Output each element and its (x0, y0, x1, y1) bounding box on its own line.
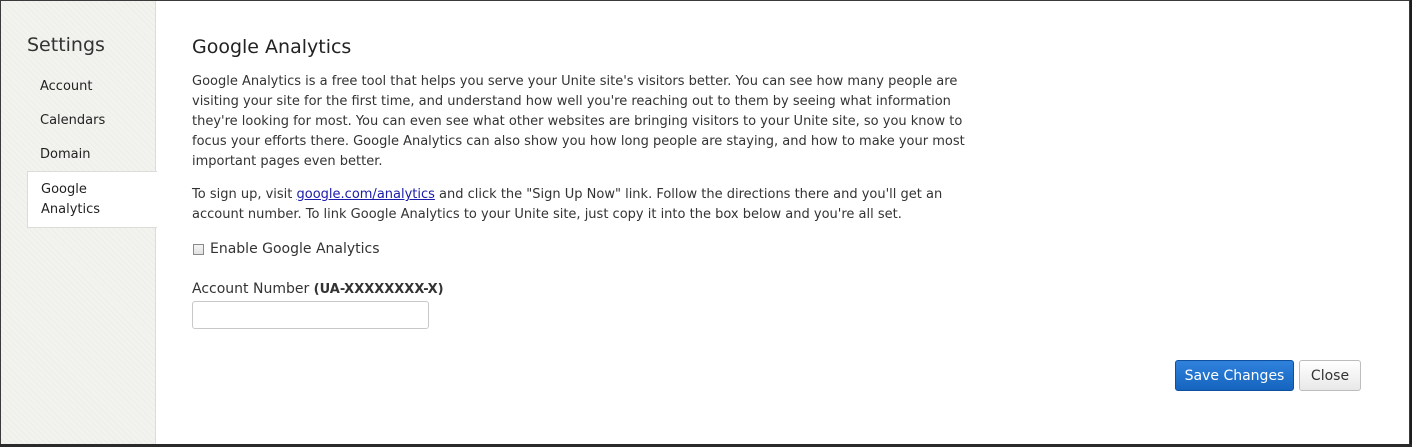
page-title: Google Analytics (192, 36, 352, 58)
settings-sidebar: Settings Account Calendars Domain Google… (1, 1, 157, 445)
enable-analytics-label[interactable]: Enable Google Analytics (210, 241, 380, 257)
sidebar-item-domain[interactable]: Domain (27, 137, 156, 171)
enable-analytics-checkbox[interactable] (193, 243, 204, 255)
sidebar-item-google-analytics[interactable]: Google Analytics (27, 171, 157, 228)
enable-analytics-row: Enable Google Analytics (192, 241, 972, 257)
window-top-notch (865, 1, 947, 3)
signup-paragraph: To sign up, visit google.com/analytics a… (192, 185, 972, 225)
account-number-label-text: Account Number (192, 281, 314, 297)
account-number-format: (UA-XXXXXXXX-X) (313, 282, 444, 297)
sidebar-item-calendars[interactable]: Calendars (27, 103, 156, 137)
google-analytics-link[interactable]: google.com/analytics (297, 187, 435, 202)
save-changes-button[interactable]: Save Changes (1175, 360, 1294, 391)
close-button[interactable]: Close (1299, 360, 1361, 391)
signup-text-before: To sign up, visit (192, 187, 297, 202)
account-number-input[interactable] (192, 301, 429, 329)
settings-nav: Account Calendars Domain Google Analytic… (27, 69, 157, 228)
sidebar-item-account[interactable]: Account (27, 69, 156, 103)
main-content: Google Analytics Google Analytics is a f… (192, 34, 972, 329)
account-number-label: Account Number (UA-XXXXXXXX-X) (192, 281, 972, 297)
sidebar-title: Settings (27, 34, 105, 56)
settings-dialog: Settings Account Calendars Domain Google… (0, 0, 1410, 445)
intro-paragraph: Google Analytics is a free tool that hel… (192, 74, 965, 169)
